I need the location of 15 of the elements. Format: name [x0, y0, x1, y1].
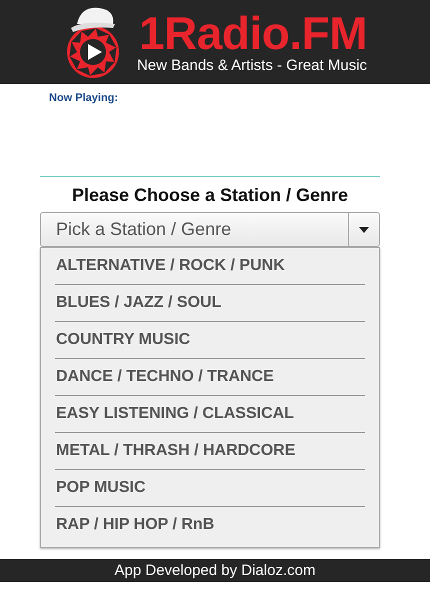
- station-option[interactable]: POP MUSIC: [55, 470, 365, 507]
- station-option[interactable]: RAP / HIP HOP / RnB: [55, 507, 365, 543]
- station-option[interactable]: BLUES / JAZZ / SOUL: [55, 285, 365, 322]
- picker-heading: Please Choose a Station / Genre: [70, 185, 350, 206]
- station-select[interactable]: Pick a Station / Genre: [40, 212, 380, 247]
- now-playing-label: Now Playing:: [49, 92, 118, 104]
- station-option[interactable]: DANCE / TECHNO / TRANCE: [55, 359, 365, 396]
- tagline: New Bands & Artists - Great Music: [136, 57, 368, 75]
- station-option[interactable]: EASY LISTENING / CLASSICAL: [55, 396, 365, 433]
- caret-icon: [359, 226, 369, 232]
- station-option[interactable]: METAL / THRASH / HARDCORE: [55, 433, 365, 470]
- station-option[interactable]: COUNTRY MUSIC: [55, 322, 365, 359]
- station-option[interactable]: ALTERNATIVE / ROCK / PUNK: [55, 248, 365, 285]
- brand-title: 1Radio.FM: [138, 9, 368, 57]
- developer-credit: App Developed by Dialoz.com: [114, 562, 316, 579]
